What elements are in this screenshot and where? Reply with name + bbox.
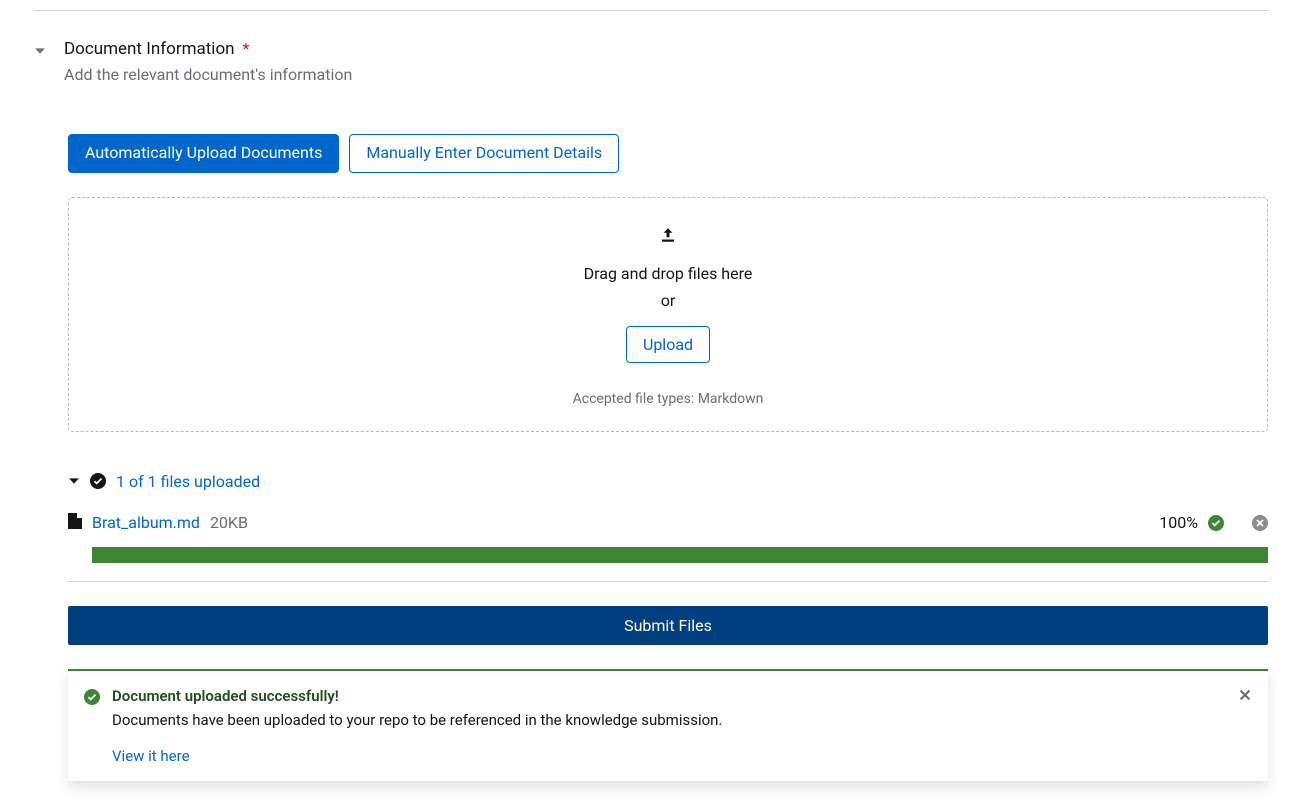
check-circle-icon <box>1208 515 1224 531</box>
file-icon <box>68 513 82 533</box>
chevron-down-icon <box>68 475 80 487</box>
file-dropzone[interactable]: Drag and drop files here or Upload Accep… <box>68 197 1268 432</box>
file-size: 20KB <box>210 513 248 532</box>
file-list-toggle[interactable] <box>68 472 80 491</box>
times-circle-icon <box>1252 515 1268 531</box>
progress-bar-fill <box>92 547 1268 563</box>
alert-view-link[interactable]: View it here <box>112 747 190 765</box>
upload-summary-text[interactable]: 1 of 1 files uploaded <box>116 472 260 491</box>
divider <box>34 10 1268 11</box>
alert-title: Document uploaded successfully! <box>112 687 1226 705</box>
divider <box>68 581 1268 582</box>
success-alert: Document uploaded successfully! Document… <box>68 669 1268 781</box>
section-title: Document Information <box>64 39 235 59</box>
upload-icon <box>659 226 677 248</box>
chevron-down-icon <box>34 45 46 57</box>
upload-mode-tabs: Automatically Upload Documents Manually … <box>68 134 1268 173</box>
dropzone-text-2: or <box>85 291 1251 310</box>
upload-progress <box>92 547 1268 563</box>
remove-file-button[interactable] <box>1252 515 1268 531</box>
alert-close-button[interactable] <box>1238 685 1252 705</box>
close-icon <box>1238 688 1252 702</box>
check-circle-icon <box>84 689 100 709</box>
uploaded-file-row: Brat_album.md 20KB 100% <box>68 513 1268 533</box>
tab-manual-entry[interactable]: Manually Enter Document Details <box>349 134 619 173</box>
section-description: Add the relevant document's information <box>64 65 1268 84</box>
submit-files-button[interactable]: Submit Files <box>68 606 1268 645</box>
check-circle-icon <box>90 473 106 489</box>
required-indicator: * <box>243 39 250 58</box>
section-header: Document Information * Add the relevant … <box>32 39 1268 84</box>
accepted-types-hint: Accepted file types: Markdown <box>85 391 1251 407</box>
upload-button[interactable]: Upload <box>626 326 710 363</box>
tab-auto-upload[interactable]: Automatically Upload Documents <box>68 134 339 173</box>
upload-summary: 1 of 1 files uploaded <box>68 472 1268 491</box>
upload-percent: 100% <box>1159 513 1198 532</box>
dropzone-text-1: Drag and drop files here <box>85 264 1251 283</box>
file-name[interactable]: Brat_album.md <box>92 513 200 532</box>
alert-message: Documents have been uploaded to your rep… <box>112 711 1226 729</box>
collapse-toggle[interactable] <box>32 43 48 59</box>
